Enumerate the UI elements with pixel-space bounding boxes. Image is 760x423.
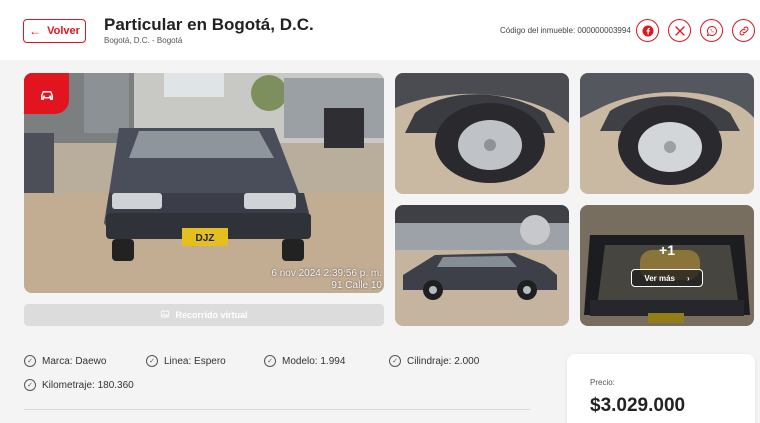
facebook-share-button[interactable] [636, 19, 659, 42]
spec-item-displacement: ✓ Cilindraje: 2.000 [389, 355, 479, 367]
spec-text: Marca: Daewo [42, 355, 107, 367]
x-share-button[interactable] [668, 19, 691, 42]
whatsapp-icon [706, 25, 717, 36]
facebook-icon [642, 25, 653, 36]
back-button-label: Volver [47, 25, 80, 37]
more-photos-overlay [580, 205, 754, 326]
price-value: $3.029.000 [590, 395, 686, 416]
photo-stamp-address: 91 Calle 10 [331, 280, 382, 291]
whatsapp-share-button[interactable] [700, 19, 723, 42]
back-button[interactable]: ← Volver [23, 19, 86, 43]
spec-item-mileage: ✓ Kilometraje: 180.360 [24, 379, 134, 391]
price-label: Precio: [590, 378, 615, 387]
more-photos-count: +1 [659, 242, 675, 258]
page-title: Particular en Bogotá, D.C. [104, 15, 314, 34]
check-circle-icon: ✓ [24, 379, 36, 391]
check-circle-icon: ✓ [264, 355, 276, 367]
check-circle-icon: ✓ [389, 355, 401, 367]
image-icon [160, 309, 170, 321]
see-more-label: Ver más [644, 273, 676, 283]
photo-timestamp: 6 nov 2024 2:39:56 p. m. 91 Calle 10 [220, 268, 382, 292]
vehicle-category-badge [24, 73, 69, 114]
gallery-thumbnail[interactable] [395, 205, 569, 326]
photo-stamp-date: 6 nov 2024 2:39:56 p. m. [271, 268, 382, 279]
spec-item-model: ✓ Modelo: 1.994 [264, 355, 345, 367]
gallery-thumbnail[interactable] [580, 73, 754, 194]
breadcrumb: Bogotá, D.C. - Bogotá [104, 36, 183, 45]
spec-text: Kilometraje: 180.360 [42, 379, 134, 391]
virtual-tour-button[interactable]: Recorrido virtual [24, 304, 384, 326]
section-divider [24, 409, 530, 410]
chevron-right-icon: › [687, 273, 690, 283]
spec-text: Linea: Espero [164, 355, 226, 367]
see-more-button[interactable]: Ver más › [631, 269, 703, 287]
spec-item-line: ✓ Linea: Espero [146, 355, 226, 367]
spec-text: Cilindraje: 2.000 [407, 355, 480, 367]
gallery-thumbnail[interactable] [395, 73, 569, 194]
main-car-photo[interactable]: DJZ [24, 73, 384, 293]
arrow-left-icon: ← [29, 24, 42, 38]
property-code: Código del inmueble: 000000003994 [500, 26, 631, 35]
copy-link-button[interactable] [732, 19, 755, 42]
spec-text: Modelo: 1.994 [282, 355, 346, 367]
license-plate-text: DJZ [196, 233, 215, 244]
check-circle-icon: ✓ [24, 355, 36, 367]
check-circle-icon: ✓ [146, 355, 158, 367]
spec-item-brand: ✓ Marca: Daewo [24, 355, 106, 367]
virtual-tour-label: Recorrido virtual [175, 310, 248, 320]
x-twitter-icon [674, 25, 685, 36]
car-icon [40, 90, 53, 100]
link-icon [739, 26, 748, 35]
